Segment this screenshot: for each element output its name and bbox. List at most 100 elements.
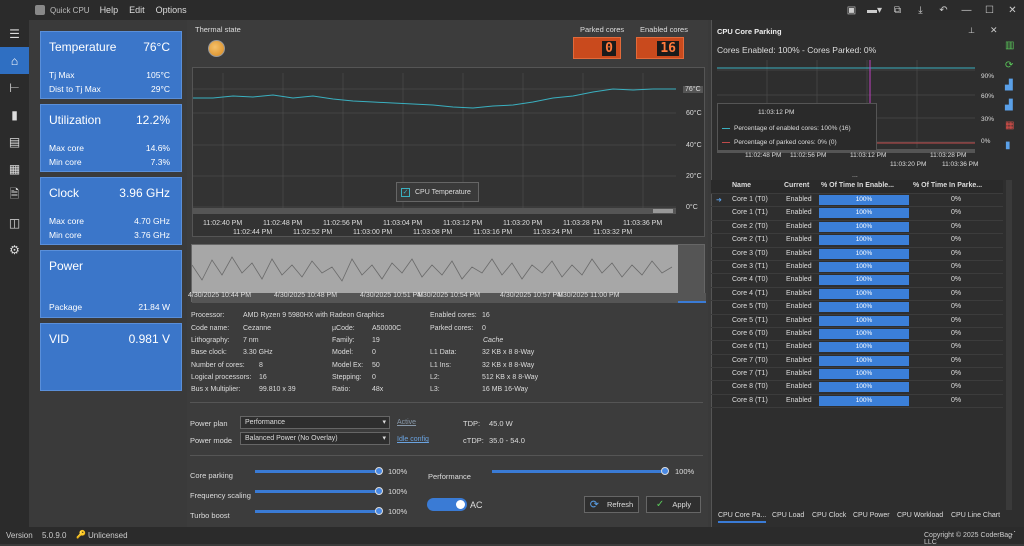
col-header-parked-time[interactable]: % Of Time In Parke... bbox=[913, 182, 982, 189]
chart-scrollbar[interactable] bbox=[193, 208, 676, 214]
table-row[interactable]: Core 8 (T1) Enabled 100% 0% bbox=[711, 395, 1003, 409]
resize-grip-icon[interactable]: ⋰ bbox=[1008, 530, 1016, 539]
signal-icon[interactable]: ▟ bbox=[1005, 80, 1024, 94]
row-value: 29°C bbox=[151, 84, 170, 94]
power-plan-select[interactable]: Performance ▾ bbox=[240, 416, 390, 429]
x-tick: 11:02:56 PM bbox=[790, 152, 827, 159]
turbo-boost-slider[interactable] bbox=[255, 507, 383, 515]
close-icon[interactable]: ✕ bbox=[1001, 5, 1024, 16]
bars-icon[interactable]: ▟ bbox=[1005, 100, 1024, 114]
bar-chart-small-icon[interactable]: ▮ bbox=[1005, 140, 1024, 154]
table-row[interactable]: Core 7 (T0) Enabled 100% 0% bbox=[711, 355, 1003, 369]
table-row[interactable]: Core 5 (T1) Enabled 100% 0% bbox=[711, 315, 1003, 328]
table-row[interactable]: Core 3 (T0) Enabled 100% 0% bbox=[711, 248, 1003, 261]
card-title: Power bbox=[49, 259, 84, 273]
core-parking-slider[interactable] bbox=[255, 467, 383, 475]
performance-slider[interactable] bbox=[492, 467, 669, 475]
menu-hamburger-icon[interactable]: ☰ bbox=[0, 20, 29, 47]
tab-cpu-workload[interactable]: CPU Workload bbox=[897, 512, 943, 519]
enabled-cores-display: 16 bbox=[636, 37, 684, 59]
chart-toggle-icon[interactable]: ▥ bbox=[1005, 40, 1024, 54]
gantt-icon[interactable]: ▤ bbox=[0, 128, 29, 155]
table-row[interactable]: Core 7 (T1) Enabled 100% 0% bbox=[711, 368, 1003, 382]
table-row[interactable]: Core 2 (T0) Enabled 100% 0% bbox=[711, 221, 1003, 235]
tab-cpu-clock[interactable]: CPU Clock bbox=[812, 512, 846, 519]
tab-cpu-line-chart[interactable]: CPU Line Chart bbox=[951, 512, 1000, 519]
close-panel-icon[interactable]: ✕ bbox=[990, 25, 998, 36]
report-icon[interactable]: 🗎 bbox=[0, 182, 29, 209]
date-tick: 4/30/2025 10:54 PM bbox=[417, 292, 481, 299]
layout-icon[interactable]: ▦ bbox=[1005, 120, 1024, 134]
screenshot-icon[interactable]: ▣ bbox=[840, 5, 863, 16]
gear-icon[interactable]: ⚙ bbox=[0, 236, 29, 263]
vid-card[interactable]: VID 0.981 V bbox=[40, 323, 182, 391]
table-row[interactable]: Core 3 (T1) Enabled 100% 0% bbox=[711, 261, 1003, 275]
tab-core-parking[interactable]: CPU Core Pa... bbox=[718, 512, 767, 523]
tree-icon[interactable]: ⊢ bbox=[0, 74, 29, 101]
apply-button[interactable]: ✓ Apply bbox=[646, 496, 701, 513]
chart-legend[interactable]: ✓ CPU Temperature bbox=[396, 182, 479, 202]
history-sparkline[interactable]: 4/30/2025 10:44 PM 4/30/2025 10:48 PM 4/… bbox=[188, 244, 706, 303]
x-tick: 11:03:24 PM bbox=[533, 229, 573, 236]
refresh-button[interactable]: ⟳ Refresh bbox=[584, 496, 639, 513]
power-mode-select[interactable]: Balanced Power (No Overlay) ▾ bbox=[240, 432, 390, 445]
tab-cpu-power[interactable]: CPU Power bbox=[853, 512, 890, 519]
bar-chart-icon[interactable]: ▮ bbox=[0, 101, 29, 128]
refresh-rate-icon[interactable]: ⟳ bbox=[1005, 60, 1024, 74]
parked-time: 0% bbox=[951, 343, 962, 351]
slider-knob[interactable] bbox=[661, 467, 669, 475]
pin-icon[interactable]: ⊥ bbox=[968, 26, 975, 35]
chart-scrollbar-thumb[interactable] bbox=[653, 209, 673, 213]
info-value: 50 bbox=[372, 362, 380, 369]
legend-checkbox[interactable]: ✓ bbox=[401, 187, 410, 197]
row-label: Max core bbox=[49, 143, 84, 153]
info-key: Number of cores: bbox=[191, 362, 245, 369]
maximize-icon[interactable]: ☐ bbox=[978, 5, 1001, 16]
tooltip-enabled: Percentage of enabled cores: 100% (16) bbox=[734, 125, 851, 132]
sparkline-window[interactable] bbox=[678, 245, 704, 295]
sparkline-scrollbar-thumb[interactable] bbox=[678, 301, 706, 303]
utilization-card[interactable]: Utilization 12.2% Max core 14.6% Min cor… bbox=[40, 104, 182, 172]
tab-cpu-load[interactable]: CPU Load bbox=[772, 512, 804, 519]
download-icon[interactable]: ⤓ bbox=[909, 5, 932, 16]
slider-knob[interactable] bbox=[375, 467, 383, 475]
home-icon[interactable]: ⌂ bbox=[0, 47, 29, 74]
temperature-card[interactable]: Temperature 76°C Tj Max 105°C Dist to Tj… bbox=[40, 31, 182, 99]
active-link[interactable]: Active bbox=[397, 419, 416, 426]
right-scrollbar[interactable] bbox=[1006, 180, 1012, 510]
table-row[interactable]: ➜ Core 1 (T0) Enabled 100% 0% bbox=[711, 194, 1003, 208]
temperature-series-line bbox=[193, 88, 676, 109]
table-row[interactable]: Core 5 (T0) Enabled 100% 0% bbox=[711, 301, 1003, 315]
table-row[interactable]: Core 6 (T1) Enabled 100% 0% bbox=[711, 341, 1003, 355]
color-picker-icon[interactable]: ▬▾ bbox=[863, 5, 886, 16]
table-row[interactable]: Core 4 (T0) Enabled 100% 0% bbox=[711, 274, 1003, 288]
col-header-current[interactable]: Current bbox=[784, 182, 809, 189]
menu-edit[interactable]: Edit bbox=[129, 5, 145, 15]
idle-config-link[interactable]: Idle config bbox=[397, 436, 429, 443]
table-settings-icon[interactable]: ▦ bbox=[0, 155, 29, 182]
table-row[interactable]: Core 2 (T1) Enabled 100% 0% bbox=[711, 234, 1003, 248]
slider-knob[interactable] bbox=[375, 507, 383, 515]
info-value: 16 bbox=[482, 312, 490, 319]
col-header-name[interactable]: Name bbox=[732, 182, 751, 189]
export-icon[interactable]: ⧉ bbox=[886, 5, 909, 16]
col-header-enabled-time[interactable]: % Of Time In Enable... bbox=[821, 182, 894, 189]
table-row[interactable]: Core 8 (T0) Enabled 100% 0% bbox=[711, 381, 1003, 395]
undo-icon[interactable]: ↶ bbox=[932, 5, 955, 16]
parked-time: 0% bbox=[951, 329, 962, 337]
ac-toggle[interactable] bbox=[427, 498, 467, 511]
menu-help[interactable]: Help bbox=[100, 5, 119, 15]
slider-knob[interactable] bbox=[375, 487, 383, 495]
info-value: 512 KB x 8 8-Way bbox=[482, 374, 539, 381]
splitter-handle[interactable]: ... bbox=[852, 172, 858, 179]
minimize-icon[interactable]: — bbox=[955, 5, 978, 16]
table-row[interactable]: Core 1 (T1) Enabled 100% 0% bbox=[711, 207, 1003, 221]
license-status[interactable]: Unlicensed bbox=[88, 531, 128, 540]
power-card[interactable]: Power Package 21.84 W bbox=[40, 250, 182, 318]
menu-options[interactable]: Options bbox=[156, 5, 187, 15]
clock-card[interactable]: Clock 3.96 GHz Max core 4.70 GHz Min cor… bbox=[40, 177, 182, 245]
table-row[interactable]: Core 4 (T1) Enabled 100% 0% bbox=[711, 288, 1003, 302]
compare-icon[interactable]: ◫ bbox=[0, 209, 29, 236]
frequency-scaling-slider[interactable] bbox=[255, 487, 383, 495]
table-row[interactable]: Core 6 (T0) Enabled 100% 0% bbox=[711, 328, 1003, 342]
